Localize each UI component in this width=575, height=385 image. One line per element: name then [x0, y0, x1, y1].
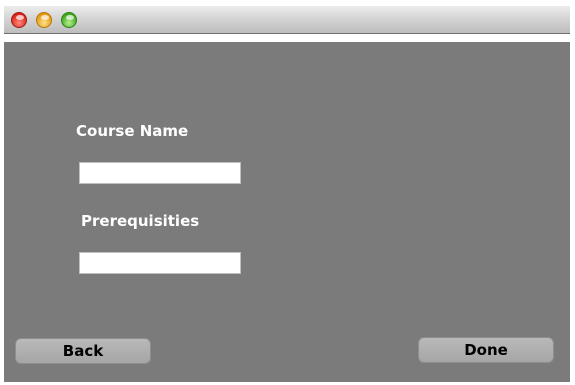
app-window: Course Name Prerequisities Back Done: [4, 6, 570, 382]
prerequisites-label: Prerequisities: [81, 212, 200, 230]
title-bar-separator: [4, 34, 570, 42]
prerequisites-input[interactable]: [79, 252, 241, 274]
close-window-icon[interactable]: [11, 12, 27, 28]
zoom-window-icon[interactable]: [61, 12, 77, 28]
back-button[interactable]: Back: [15, 338, 151, 364]
done-button[interactable]: Done: [418, 337, 554, 363]
course-name-input[interactable]: [79, 162, 241, 184]
course-name-label: Course Name: [76, 122, 189, 140]
title-bar: [4, 6, 570, 34]
minimize-window-icon[interactable]: [36, 12, 52, 28]
